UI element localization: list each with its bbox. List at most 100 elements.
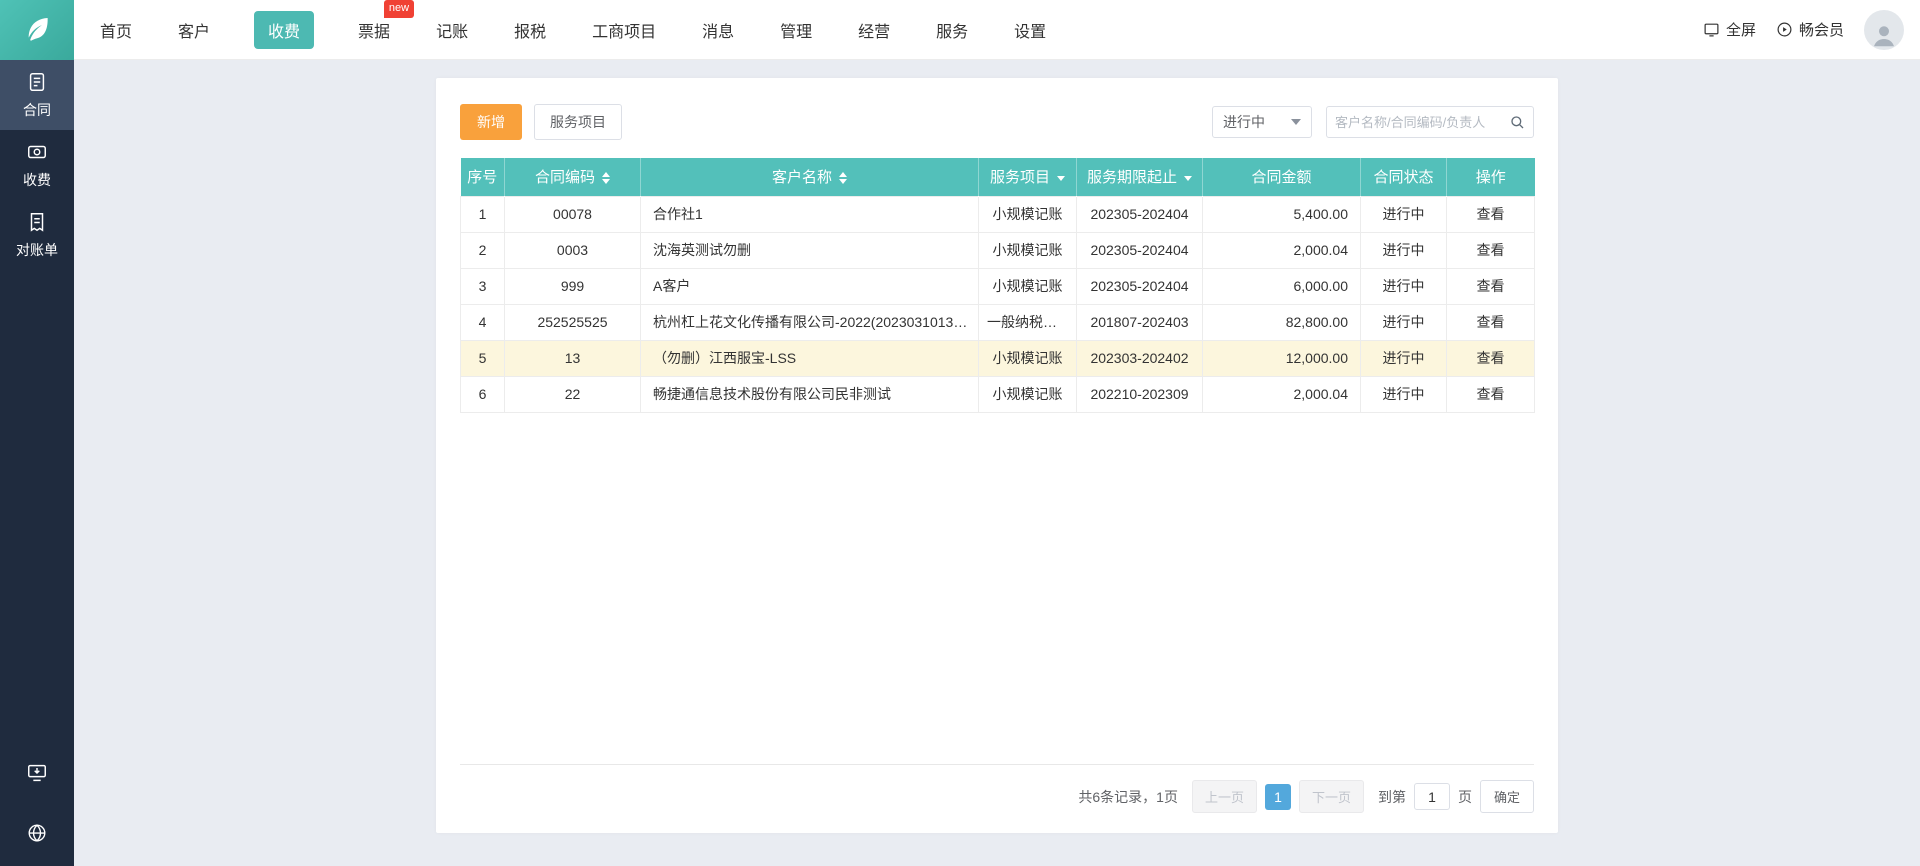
service-items-button[interactable]: 服务项目: [534, 104, 622, 140]
filter-icon[interactable]: [1184, 175, 1192, 181]
cell-service-period: 202210-202309: [1076, 375, 1203, 413]
member-label: 畅会员: [1798, 22, 1844, 39]
nav-item-home[interactable]: 首页: [98, 11, 134, 49]
view-link[interactable]: 查看: [1477, 350, 1505, 366]
search-input[interactable]: [1335, 114, 1509, 130]
cell-contract-code: 00078: [504, 195, 641, 233]
cell-index: 5: [460, 339, 505, 377]
top-bar: 首页 客户 收费 票据 new 记账 报税 工商项目 消息 管理 经营 服务 设置…: [0, 0, 1920, 60]
table-row[interactable]: 1 00078 合作社1 小规模记账 202305-202404 5,400.0…: [460, 195, 1535, 233]
cell-contract-amount: 2,000.04: [1202, 375, 1361, 413]
cell-customer-name: 杭州杠上花文化传播有限公司-2022(202303101304...: [640, 303, 979, 341]
nav-item-messages[interactable]: 消息: [700, 11, 736, 49]
current-page-button[interactable]: 1: [1264, 783, 1291, 810]
status-filter-select[interactable]: 进行中: [1212, 106, 1312, 138]
nav-label: 报税: [514, 23, 547, 41]
cell-customer-name: A客户: [640, 267, 979, 305]
cell-service-period: 201807-202403: [1076, 303, 1203, 341]
client-download-icon[interactable]: [26, 762, 48, 784]
cell-index: 3: [460, 267, 505, 305]
table-row[interactable]: 4 252525525 杭州杠上花文化传播有限公司-2022(202303101…: [460, 303, 1535, 341]
globe-icon[interactable]: [26, 822, 48, 844]
cell-service-item: 小规模记账: [978, 375, 1077, 413]
cell-actions: 查看: [1446, 195, 1535, 233]
cell-contract-amount: 82,800.00: [1202, 303, 1361, 341]
fullscreen-label: 全屏: [1725, 22, 1756, 39]
nav-label: 设置: [1014, 23, 1047, 41]
leaf-logo-icon: [20, 13, 54, 47]
nav-item-customers[interactable]: 客户: [176, 11, 212, 49]
cell-actions: 查看: [1446, 303, 1535, 341]
sidebar-bottom: [0, 762, 74, 866]
view-link[interactable]: 查看: [1477, 386, 1505, 402]
col-contract-code[interactable]: 合同编码: [504, 158, 641, 196]
toolbar: 新增 服务项目 进行中: [436, 78, 1558, 140]
cell-index: 2: [460, 231, 505, 269]
view-link[interactable]: 查看: [1477, 278, 1505, 294]
statement-icon: [26, 211, 48, 233]
table-row[interactable]: 6 22 畅捷通信息技术股份有限公司民非测试 小规模记账 202210-2023…: [460, 375, 1535, 413]
sidebar-item-statements[interactable]: 对账单: [0, 200, 74, 270]
cell-actions: 查看: [1446, 339, 1535, 377]
nav-item-invoices[interactable]: 票据 new: [356, 0, 415, 49]
search-box: [1326, 106, 1534, 138]
view-link[interactable]: 查看: [1477, 206, 1505, 222]
cell-contract-status: 进行中: [1360, 231, 1447, 269]
member-button[interactable]: 畅会员: [1776, 19, 1844, 40]
sidebar-item-fees[interactable]: 收费: [0, 130, 74, 200]
cell-contract-amount: 5,400.00: [1202, 195, 1361, 233]
filter-icon[interactable]: [1057, 175, 1065, 181]
view-link[interactable]: 查看: [1477, 242, 1505, 258]
nav-item-management[interactable]: 管理: [778, 11, 814, 49]
table-header-row: 序号 合同编码 客户名称 服务项目 服务期限起止 合同金额 合同状态 操作: [460, 158, 1535, 196]
sort-icon[interactable]: [839, 172, 847, 185]
goto-page-input[interactable]: [1413, 783, 1450, 810]
nav-item-bookkeeping[interactable]: 记账: [434, 11, 470, 49]
nav-item-business-projects[interactable]: 工商项目: [590, 11, 658, 49]
banknote-icon: [26, 141, 48, 163]
nav-item-operations[interactable]: 经营: [856, 11, 892, 49]
play-circle-icon: [1776, 21, 1793, 38]
fullscreen-button[interactable]: 全屏: [1703, 19, 1756, 40]
cell-service-item: 小规模记账: [978, 195, 1077, 233]
nav-label: 记账: [436, 23, 469, 41]
nav-item-tax-filing[interactable]: 报税: [512, 11, 548, 49]
nav-item-settings[interactable]: 设置: [1012, 11, 1048, 49]
cell-service-item: 小规模记账: [978, 267, 1077, 305]
table-row[interactable]: 5 13 （勿删）江西服宝-LSS 小规模记账 202303-202402 12…: [460, 339, 1535, 377]
search-icon[interactable]: [1509, 114, 1525, 130]
nav-item-fees[interactable]: 收费: [254, 10, 315, 49]
cell-contract-status: 进行中: [1360, 339, 1447, 377]
col-customer-name[interactable]: 客户名称: [640, 158, 979, 196]
col-service-item[interactable]: 服务项目: [978, 158, 1077, 196]
sidebar-label: 收费: [23, 171, 51, 188]
fullscreen-icon: [1703, 21, 1720, 38]
nav-label: 首页: [100, 23, 133, 41]
user-avatar[interactable]: [1864, 9, 1904, 50]
sidebar-item-contracts[interactable]: 合同: [0, 60, 74, 130]
col-contract-status: 合同状态: [1360, 158, 1447, 196]
sidebar: 合同 收费 对账单: [0, 60, 74, 866]
app-logo[interactable]: [0, 0, 74, 60]
person-icon: [1874, 25, 1894, 46]
cell-contract-status: 进行中: [1360, 195, 1447, 233]
cell-contract-amount: 12,000.00: [1202, 339, 1361, 377]
table-row[interactable]: 3 999 A客户 小规模记账 202305-202404 6,000.00 进…: [460, 267, 1535, 305]
status-filter-value: 进行中: [1223, 114, 1265, 130]
add-button[interactable]: 新增: [460, 104, 522, 140]
goto-suffix-label: 页: [1457, 788, 1472, 805]
sort-icon[interactable]: [602, 172, 610, 185]
cell-contract-code: 0003: [504, 231, 641, 269]
next-page-button[interactable]: 下一页: [1298, 780, 1364, 813]
confirm-button[interactable]: 确定: [1479, 780, 1534, 813]
nav-item-services[interactable]: 服务: [934, 11, 970, 49]
col-service-period[interactable]: 服务期限起止: [1076, 158, 1203, 196]
contract-icon: [26, 71, 48, 93]
contracts-table: 序号 合同编码 客户名称 服务项目 服务期限起止 合同金额 合同状态 操作 1 …: [436, 158, 1558, 413]
prev-page-button[interactable]: 上一页: [1191, 780, 1257, 813]
cell-actions: 查看: [1446, 231, 1535, 269]
pagination-summary: 共6条记录，1页: [1078, 788, 1178, 805]
view-link[interactable]: 查看: [1477, 314, 1505, 330]
table-row[interactable]: 2 0003 沈海英测试勿删 小规模记账 202305-202404 2,000…: [460, 231, 1535, 269]
cell-contract-code: 22: [504, 375, 641, 413]
